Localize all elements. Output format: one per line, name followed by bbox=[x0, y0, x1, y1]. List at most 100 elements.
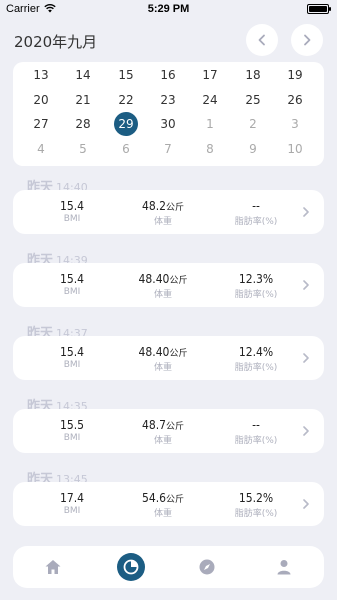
fat-value: 12.3% bbox=[238, 272, 274, 286]
calendar-day-number: 28 bbox=[75, 117, 91, 131]
chevron-left-icon bbox=[258, 34, 265, 46]
tab-bar bbox=[13, 546, 324, 588]
weight-label: 体重 bbox=[153, 363, 172, 373]
fat-value: 15.2% bbox=[238, 491, 274, 505]
calendar-day[interactable]: 27 bbox=[27, 112, 55, 136]
bmi-value: 17.4 bbox=[59, 491, 85, 505]
calendar-day[interactable]: 6 bbox=[112, 137, 140, 161]
home-icon bbox=[45, 560, 61, 574]
calendar-day[interactable]: 21 bbox=[69, 88, 97, 112]
calendar-day-number: 27 bbox=[33, 117, 49, 131]
weight-metric: 54.6公斤 体重 bbox=[133, 491, 193, 519]
calendar-day[interactable]: 14 bbox=[69, 63, 97, 87]
calendar-day[interactable]: 30 bbox=[154, 112, 182, 136]
calendar-day-number: 29 bbox=[118, 117, 134, 131]
calendar-day[interactable]: 9 bbox=[239, 137, 267, 161]
tab-home[interactable] bbox=[41, 555, 65, 579]
weight-unit: 公斤 bbox=[166, 203, 185, 213]
calendar-day-number: 20 bbox=[33, 93, 49, 107]
previous-month-button[interactable] bbox=[246, 24, 278, 56]
calendar-day[interactable]: 5 bbox=[69, 137, 97, 161]
calendar-day[interactable]: 8 bbox=[196, 137, 224, 161]
calendar-day[interactable]: 3 bbox=[281, 112, 309, 136]
calendar-day-number: 16 bbox=[160, 68, 176, 82]
bmi-label: BMI bbox=[63, 433, 81, 443]
fat-label: 脂肪率(%) bbox=[234, 290, 278, 300]
calendar-day[interactable]: 25 bbox=[239, 88, 267, 112]
fat-label: 脂肪率(%) bbox=[234, 509, 278, 519]
fat-metric: 15.2% 脂肪率(%) bbox=[228, 491, 284, 519]
calendar-day[interactable]: 16 bbox=[154, 63, 182, 87]
calendar-day[interactable]: 4 bbox=[27, 137, 55, 161]
bmi-label: BMI bbox=[63, 360, 81, 370]
weight-number: 48.40 bbox=[138, 345, 170, 359]
compass-icon bbox=[199, 559, 215, 575]
calendar-day[interactable]: 18 bbox=[239, 63, 267, 87]
calendar-day[interactable]: 10 bbox=[281, 137, 309, 161]
tab-profile[interactable] bbox=[272, 555, 296, 579]
chevron-right-icon bbox=[304, 34, 311, 46]
month-title: 2020年九月 bbox=[14, 33, 98, 51]
calendar-day[interactable]: 1 bbox=[196, 112, 224, 136]
weight-number: 48.7 bbox=[141, 418, 166, 432]
calendar-day[interactable]: 20 bbox=[27, 88, 55, 112]
weight-label: 体重 bbox=[153, 436, 172, 446]
record-card[interactable]: 15.5 BMI 48.7公斤体重 -- 脂肪率(%) bbox=[13, 409, 324, 453]
fat-metric: 12.3% 脂肪率(%) bbox=[228, 272, 284, 300]
chevron-right-icon bbox=[303, 499, 309, 509]
fat-metric: 12.4% 脂肪率(%) bbox=[228, 345, 284, 373]
calendar-day-number: 9 bbox=[249, 142, 257, 156]
bmi-label: BMI bbox=[63, 506, 81, 516]
calendar-day[interactable]: 13 bbox=[27, 63, 55, 87]
next-month-button[interactable] bbox=[291, 24, 323, 56]
status-bar: Carrier 5:29 PM bbox=[0, 0, 337, 20]
record-card[interactable]: 15.4 BMI 48.2公斤 体重 -- 脂肪率(%) bbox=[13, 190, 324, 234]
calendar-day-number: 6 bbox=[122, 142, 130, 156]
bmi-value: 15.4 bbox=[59, 345, 85, 359]
bmi-label: BMI bbox=[63, 214, 81, 224]
calendar-day[interactable]: 2 bbox=[239, 112, 267, 136]
battery-icon bbox=[307, 4, 331, 14]
calendar-day-number: 3 bbox=[291, 117, 299, 131]
record-card[interactable]: 15.4 BMI 48.40公斤体重 12.4% 脂肪率(%) bbox=[13, 336, 324, 380]
calendar-day[interactable]: 22 bbox=[112, 88, 140, 112]
fat-value: -- bbox=[252, 199, 260, 213]
calendar-day[interactable]: 15 bbox=[112, 63, 140, 87]
calendar-day[interactable]: 28 bbox=[69, 112, 97, 136]
record-card[interactable]: 15.4 BMI 48.40公斤 体重 12.3% 脂肪率(%) bbox=[13, 263, 324, 307]
weight-unit: 公斤 bbox=[166, 422, 185, 432]
fat-value: 12.4% bbox=[238, 345, 274, 359]
fat-value: -- bbox=[252, 418, 260, 432]
chevron-right-icon bbox=[303, 280, 309, 290]
weight-metric: 48.2公斤 体重 bbox=[133, 199, 193, 227]
calendar-day[interactable]: 26 bbox=[281, 88, 309, 112]
weight-unit: 公斤 bbox=[166, 495, 185, 505]
tab-statistics[interactable] bbox=[117, 553, 145, 581]
calendar-day-selected[interactable]: 29 bbox=[112, 112, 140, 136]
bmi-metric: 15.4 BMI bbox=[57, 272, 87, 297]
calendar-day-number: 1 bbox=[206, 117, 214, 131]
fat-label: 脂肪率(%) bbox=[234, 436, 278, 446]
calendar-day-number: 10 bbox=[287, 142, 303, 156]
record-card[interactable]: 17.4 BMI 54.6公斤 体重 15.2% 脂肪率(%) bbox=[13, 482, 324, 526]
calendar-day[interactable]: 7 bbox=[154, 137, 182, 161]
calendar-day-number: 30 bbox=[160, 117, 176, 131]
bmi-value: 15.4 bbox=[59, 199, 85, 213]
weight-number: 48.2 bbox=[141, 199, 166, 213]
tab-discover[interactable] bbox=[195, 555, 219, 579]
weight-metric: 48.7公斤体重 bbox=[133, 418, 193, 446]
weight-metric: 48.40公斤 体重 bbox=[133, 272, 193, 300]
calendar-day[interactable]: 19 bbox=[281, 63, 309, 87]
weight-value: 48.7公斤 bbox=[133, 418, 193, 432]
calendar-day-number: 25 bbox=[245, 93, 261, 107]
weight-label: 体重 bbox=[153, 509, 172, 519]
weight-unit: 公斤 bbox=[169, 349, 188, 359]
bmi-metric: 15.4 BMI bbox=[57, 199, 87, 224]
fat-metric: -- 脂肪率(%) bbox=[228, 418, 284, 446]
weight-label: 体重 bbox=[153, 290, 172, 300]
calendar-day[interactable]: 24 bbox=[196, 88, 224, 112]
calendar-day[interactable]: 17 bbox=[196, 63, 224, 87]
bmi-value: 15.5 bbox=[59, 418, 85, 432]
calendar-day[interactable]: 23 bbox=[154, 88, 182, 112]
calendar-day-number: 13 bbox=[33, 68, 49, 82]
